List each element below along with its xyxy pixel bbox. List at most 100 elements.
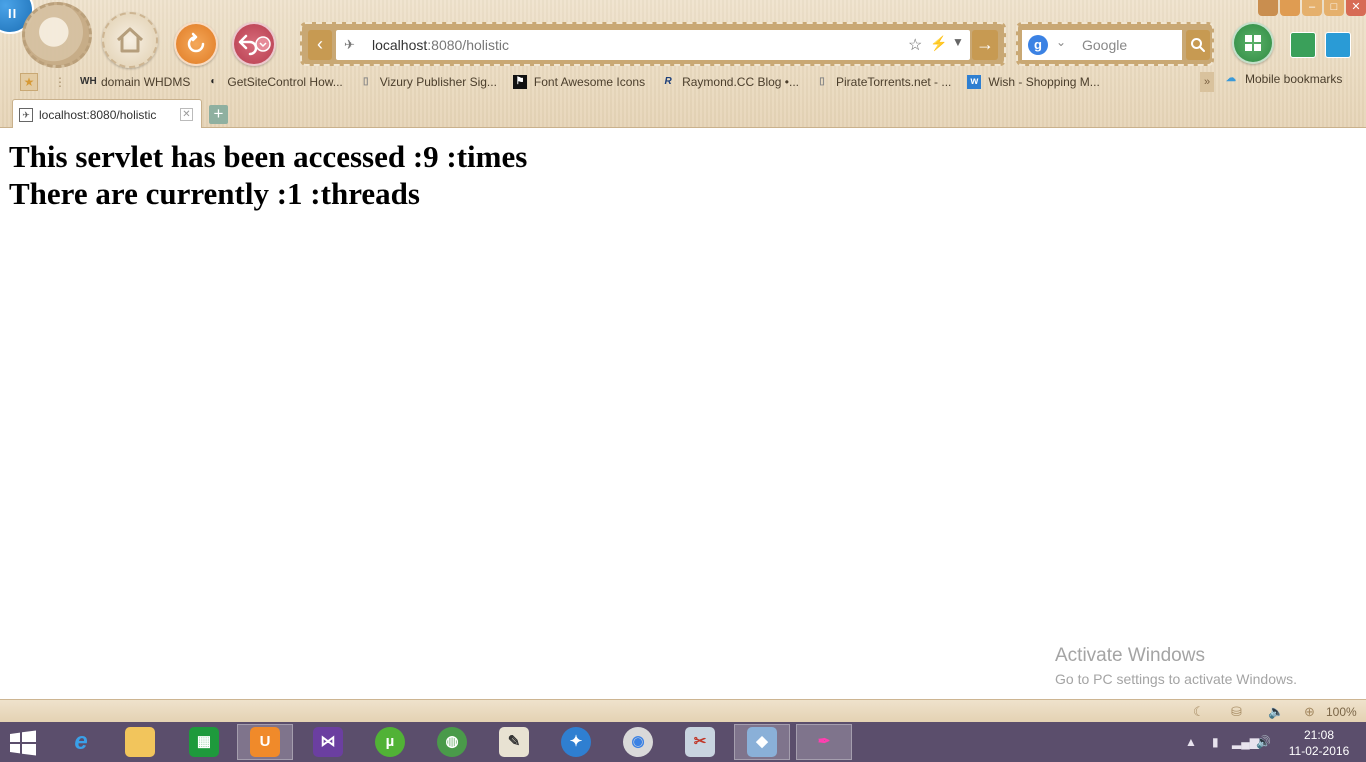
tab-close-icon[interactable]: ✕ xyxy=(180,108,193,121)
taskbar-file-explorer[interactable] xyxy=(112,724,168,760)
notepad-icon: ✎ xyxy=(499,727,529,757)
go-button[interactable]: → xyxy=(972,30,998,60)
bookmark-item[interactable]: ◐ GetSiteControl How... xyxy=(206,75,342,89)
home-icon xyxy=(116,27,144,53)
taskbar-utorrent[interactable]: µ xyxy=(362,724,418,760)
bookmark-label: Vizury Publisher Sig... xyxy=(379,75,497,89)
zoom-level[interactable]: 100% xyxy=(1326,705,1357,719)
bookmark-favicon-icon: WH xyxy=(80,76,97,87)
apps-button[interactable] xyxy=(1232,22,1274,64)
taskbar-uc-browser[interactable]: U xyxy=(237,724,293,760)
bookmarks-bar: ★ ⋮ WH domain WHDMS ◐ GetSiteControl How… xyxy=(20,72,1366,92)
mobile-bookmarks-label: Mobile bookmarks xyxy=(1245,72,1343,86)
bookmark-label: domain WHDMS xyxy=(101,75,191,89)
feather-app-icon: ✒ xyxy=(817,733,831,750)
sound-icon[interactable]: 🔈 xyxy=(1268,704,1284,720)
search-icon xyxy=(1191,38,1205,52)
taskbar-app-feather[interactable]: ✒ xyxy=(796,724,852,760)
taskbar-app-diamond[interactable]: ◆ xyxy=(734,724,790,760)
page-favicon-icon: ✈ xyxy=(344,37,355,52)
folder-icon xyxy=(125,727,155,757)
back-button[interactable]: ‹ xyxy=(308,30,332,60)
bookmark-item[interactable]: w Wish - Shopping M... xyxy=(967,75,1100,89)
window-controls: – □ ✕ xyxy=(1258,0,1366,16)
extension-cloud-icon[interactable] xyxy=(1325,32,1351,58)
bookmark-label: Font Awesome Icons xyxy=(533,75,646,89)
bookmark-item[interactable]: WH domain WHDMS xyxy=(80,75,190,89)
bookmark-star-icon[interactable]: ☆ xyxy=(908,35,922,55)
downloads-icon[interactable]: ⛁ xyxy=(1231,704,1242,720)
menu-icon[interactable] xyxy=(1280,0,1300,16)
chevron-down-icon[interactable]: ▼ xyxy=(952,35,964,49)
utorrent-icon: µ xyxy=(375,727,405,757)
zoom-icon[interactable]: ⊕ xyxy=(1304,704,1315,720)
address-field[interactable]: ✈ localhost:8080/holistic ☆ ⚡ ▼ xyxy=(336,30,970,60)
browser-status-bar: ☾ ⛁ 🔈 ⊕ 100% xyxy=(0,699,1366,722)
close-window-button[interactable]: ✕ xyxy=(1346,0,1366,16)
mobile-bookmarks-item[interactable]: ☁ Mobile bookmarks xyxy=(1224,72,1342,86)
bookmark-item[interactable]: R Raymond.CC Blog •... xyxy=(661,75,799,89)
refresh-icon xyxy=(187,32,205,53)
apps-grid-icon xyxy=(1245,35,1261,51)
taskbar-visual-studio[interactable]: ⋈ xyxy=(300,724,356,760)
address-host: localhost xyxy=(372,37,428,53)
diamond-app-icon: ◆ xyxy=(747,727,777,757)
start-button[interactable] xyxy=(8,730,38,756)
bookmarks-separator: ⋮ xyxy=(54,75,66,89)
bookmarks-star-icon[interactable]: ★ xyxy=(20,73,38,91)
search-input[interactable] xyxy=(1082,34,1178,56)
night-mode-icon[interactable]: ☾ xyxy=(1193,704,1205,720)
bookmark-item[interactable]: ▯ Vizury Publisher Sig... xyxy=(359,75,497,89)
extension-sync-icon[interactable] xyxy=(1290,32,1316,58)
speed-mode-icon[interactable]: ⚡ xyxy=(930,35,947,52)
network-signal-icon[interactable]: ▂▄▆ xyxy=(1232,735,1259,749)
bookmark-label: PirateTorrents.net - ... xyxy=(836,75,952,89)
bookmark-item[interactable]: ▯ PirateTorrents.net - ... xyxy=(815,75,951,89)
battery-icon[interactable]: ▮ xyxy=(1212,735,1219,749)
address-bar: ‹ ✈ localhost:8080/holistic ☆ ⚡ ▼ → xyxy=(300,22,1006,66)
refresh-button[interactable] xyxy=(174,22,218,66)
tab-favicon-icon: ✈ xyxy=(19,108,33,122)
watermark-subtitle: Go to PC settings to activate Windows. xyxy=(1055,671,1297,687)
taskbar-safari[interactable]: ✦ xyxy=(548,724,604,760)
taskbar-internet-explorer[interactable]: e xyxy=(53,724,109,760)
taskbar-globe-app[interactable]: ◍ xyxy=(424,724,480,760)
taskbar-store[interactable]: ▦ xyxy=(176,724,232,760)
store-icon: ▦ xyxy=(189,727,219,757)
search-engine-icon[interactable]: g xyxy=(1028,35,1048,55)
browser-tab[interactable]: ✈ localhost:8080/holistic ✕ xyxy=(12,99,202,128)
home-button[interactable] xyxy=(102,12,158,68)
safari-compass-icon: ✦ xyxy=(561,727,591,757)
bookmark-favicon-icon: ▯ xyxy=(362,76,369,87)
chevron-down-icon[interactable]: ⌄ xyxy=(1056,35,1066,49)
system-clock[interactable]: 21:08 11-02-2016 xyxy=(1286,727,1352,759)
browser-toolbar: ‹ ✈ localhost:8080/holistic ☆ ⚡ ▼ → g ⌄ xyxy=(0,0,1366,128)
skin-icon[interactable] xyxy=(1258,0,1278,16)
undo-close-tab-button[interactable] xyxy=(232,22,276,66)
cloud-icon: ☁ xyxy=(1226,73,1236,84)
more-bookmarks-button[interactable]: » xyxy=(1200,72,1214,92)
bookmark-favicon-icon: ▯ xyxy=(819,76,825,87)
volume-icon[interactable]: 🔊 xyxy=(1256,735,1271,749)
watermark-title: Activate Windows xyxy=(1055,645,1205,666)
arrow-right-icon: → xyxy=(976,34,994,54)
new-tab-button[interactable]: + xyxy=(209,105,228,124)
maximize-button[interactable]: □ xyxy=(1324,0,1344,16)
uc-browser-logo[interactable] xyxy=(22,2,92,68)
bookmark-label: Raymond.CC Blog •... xyxy=(682,75,800,89)
search-button[interactable] xyxy=(1186,30,1210,60)
bookmark-item[interactable]: ⚑ Font Awesome Icons xyxy=(512,75,646,89)
taskbar-snipping-tool[interactable]: ✂ xyxy=(672,724,728,760)
visual-studio-icon: ⋈ xyxy=(313,727,343,757)
bookmark-label: Wish - Shopping M... xyxy=(988,75,1100,89)
taskbar-notepad[interactable]: ✎ xyxy=(486,724,542,760)
scissors-icon: ✂ xyxy=(685,727,715,757)
chevron-left-icon: ‹ xyxy=(317,34,323,54)
tray-expand-icon[interactable]: ▲ xyxy=(1185,735,1197,749)
address-url[interactable]: localhost:8080/holistic xyxy=(372,37,509,53)
bookmark-label: GetSiteControl How... xyxy=(227,75,343,89)
chrome-icon: ◉ xyxy=(623,727,653,757)
minimize-button[interactable]: – xyxy=(1302,0,1322,16)
search-field-container: g ⌄ xyxy=(1022,30,1182,60)
taskbar-chrome[interactable]: ◉ xyxy=(610,724,666,760)
